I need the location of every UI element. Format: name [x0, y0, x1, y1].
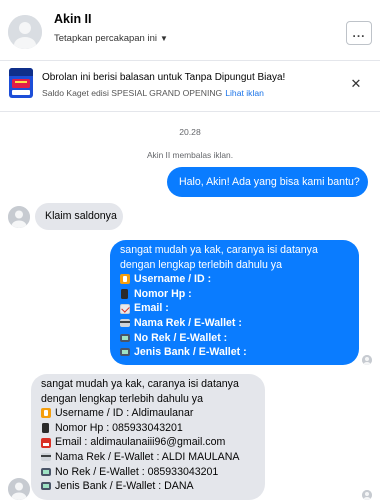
message-line: Email : — [120, 301, 349, 316]
message-line: Username / ID : — [120, 272, 349, 287]
banner-divider — [0, 111, 380, 112]
inbox-icon — [41, 437, 51, 448]
message-bubble-outgoing[interactable]: Halo, Akin! Ada yang bisa kami bantu? — [167, 167, 368, 197]
id-icon — [41, 408, 51, 419]
message-text: No Rek / E-Wallet : 085933043201 — [55, 465, 219, 478]
message-text: sangat mudah ya kak, caranya isi datanya — [120, 244, 318, 256]
more-options-button[interactable]: ... — [346, 21, 372, 45]
message-line: dengan lengkap terlebih dahulu ya — [41, 392, 255, 407]
message-text: Username / ID : Aldimaulanar — [55, 407, 194, 420]
phone-icon — [42, 423, 49, 434]
atm-icon — [41, 467, 51, 476]
message-line: Nomor Hp : — [120, 287, 349, 302]
message-line: Nomor Hp : 085933043201 — [41, 421, 255, 436]
system-message: Akin II membalas iklan. — [146, 150, 234, 160]
message-line: Email : aldimaulanaiii96@gmail.com — [41, 435, 255, 450]
message-text: No Rek / E-Wallet : — [134, 331, 228, 344]
message-line: sangat mudah ya kak, caranya isi datanya — [120, 243, 349, 258]
message-text: Email : aldimaulanaiii96@gmail.com — [55, 436, 226, 449]
message-line: Jenis Bank / E-Wallet : — [120, 345, 349, 360]
assign-conversation-dropdown[interactable]: Tetapkan percakapan ini ▼ — [54, 33, 168, 44]
message-line: Jenis Bank / E-Wallet : DANA — [41, 479, 255, 494]
mail-icon — [120, 303, 130, 314]
sender-avatar — [8, 206, 30, 228]
card-icon — [120, 319, 130, 328]
atm-icon — [120, 348, 130, 357]
message-timestamp: 20.28 — [179, 127, 201, 137]
default-avatar-icon — [362, 490, 372, 500]
default-avatar-icon — [8, 206, 30, 228]
ad-thumbnail — [9, 68, 33, 98]
sender-avatar — [8, 478, 30, 500]
default-avatar-icon — [8, 15, 42, 49]
message-text: Nomor Hp : 085933043201 — [55, 421, 183, 434]
message-line: No Rek / E-Wallet : 085933043201 — [41, 465, 255, 480]
ad-context-banner — [0, 61, 380, 111]
read-receipt-avatar — [362, 355, 372, 365]
message-line: No Rek / E-Wallet : — [120, 331, 349, 346]
message-line: Nama Rek / E-Wallet : — [120, 316, 349, 331]
id-icon — [120, 274, 130, 285]
message-text: Nama Rek / E-Wallet : — [134, 316, 242, 329]
message-text: dengan lengkap terlebih dahulu ya — [41, 392, 203, 405]
atm-icon — [41, 482, 51, 491]
caret-down-icon: ▼ — [160, 34, 168, 43]
message-text: sangat mudah ya kak, caranya isi datanya — [41, 378, 239, 390]
view-ad-link[interactable]: Lihat iklan — [225, 88, 264, 98]
contact-avatar[interactable] — [8, 15, 42, 49]
ad-banner-title: Obrolan ini berisi balasan untuk Tanpa D… — [42, 72, 286, 83]
contact-name[interactable]: Akin II — [54, 12, 92, 26]
message-text: Email : — [134, 302, 169, 315]
ad-thumbnail-image — [9, 68, 33, 98]
message-text: Jenis Bank / E-Wallet : — [134, 346, 247, 359]
message-line: Nama Rek / E-Wallet : ALDI MAULANA — [41, 450, 255, 465]
message-line: Username / ID : Aldimaulanar — [41, 406, 255, 421]
default-avatar-icon — [362, 355, 372, 365]
message-line: sangat mudah ya kak, caranya isi datanya — [41, 377, 255, 392]
message-line: dengan lengkap terlebih dahulu ya — [120, 258, 349, 273]
read-receipt-avatar — [362, 490, 372, 500]
message-bubble-incoming[interactable]: Klaim saldonya — [35, 203, 123, 230]
ad-banner-subtitle: Saldo Kaget edisi SPESIAL GRAND OPENING L… — [42, 88, 264, 98]
close-icon[interactable]: ✕ — [349, 77, 363, 91]
message-text: dengan lengkap terlebih dahulu ya — [120, 258, 282, 271]
message-text: Jenis Bank / E-Wallet : DANA — [55, 480, 194, 493]
message-text: Nama Rek / E-Wallet : ALDI MAULANA — [55, 450, 240, 463]
atm-icon — [120, 333, 130, 342]
assign-conversation-label: Tetapkan percakapan ini — [54, 33, 157, 44]
message-bubble-incoming-form[interactable]: sangat mudah ya kak, caranya isi datanya… — [31, 374, 265, 500]
ad-name: Saldo Kaget edisi SPESIAL GRAND OPENING — [42, 88, 223, 98]
message-text: Username / ID : — [134, 273, 212, 286]
default-avatar-icon — [8, 478, 30, 500]
card-icon — [41, 453, 51, 462]
message-bubble-outgoing-form[interactable]: sangat mudah ya kak, caranya isi datanya… — [110, 240, 359, 365]
phone-icon — [121, 289, 128, 300]
conversation-header — [0, 0, 380, 64]
message-text: Nomor Hp : — [134, 287, 192, 300]
